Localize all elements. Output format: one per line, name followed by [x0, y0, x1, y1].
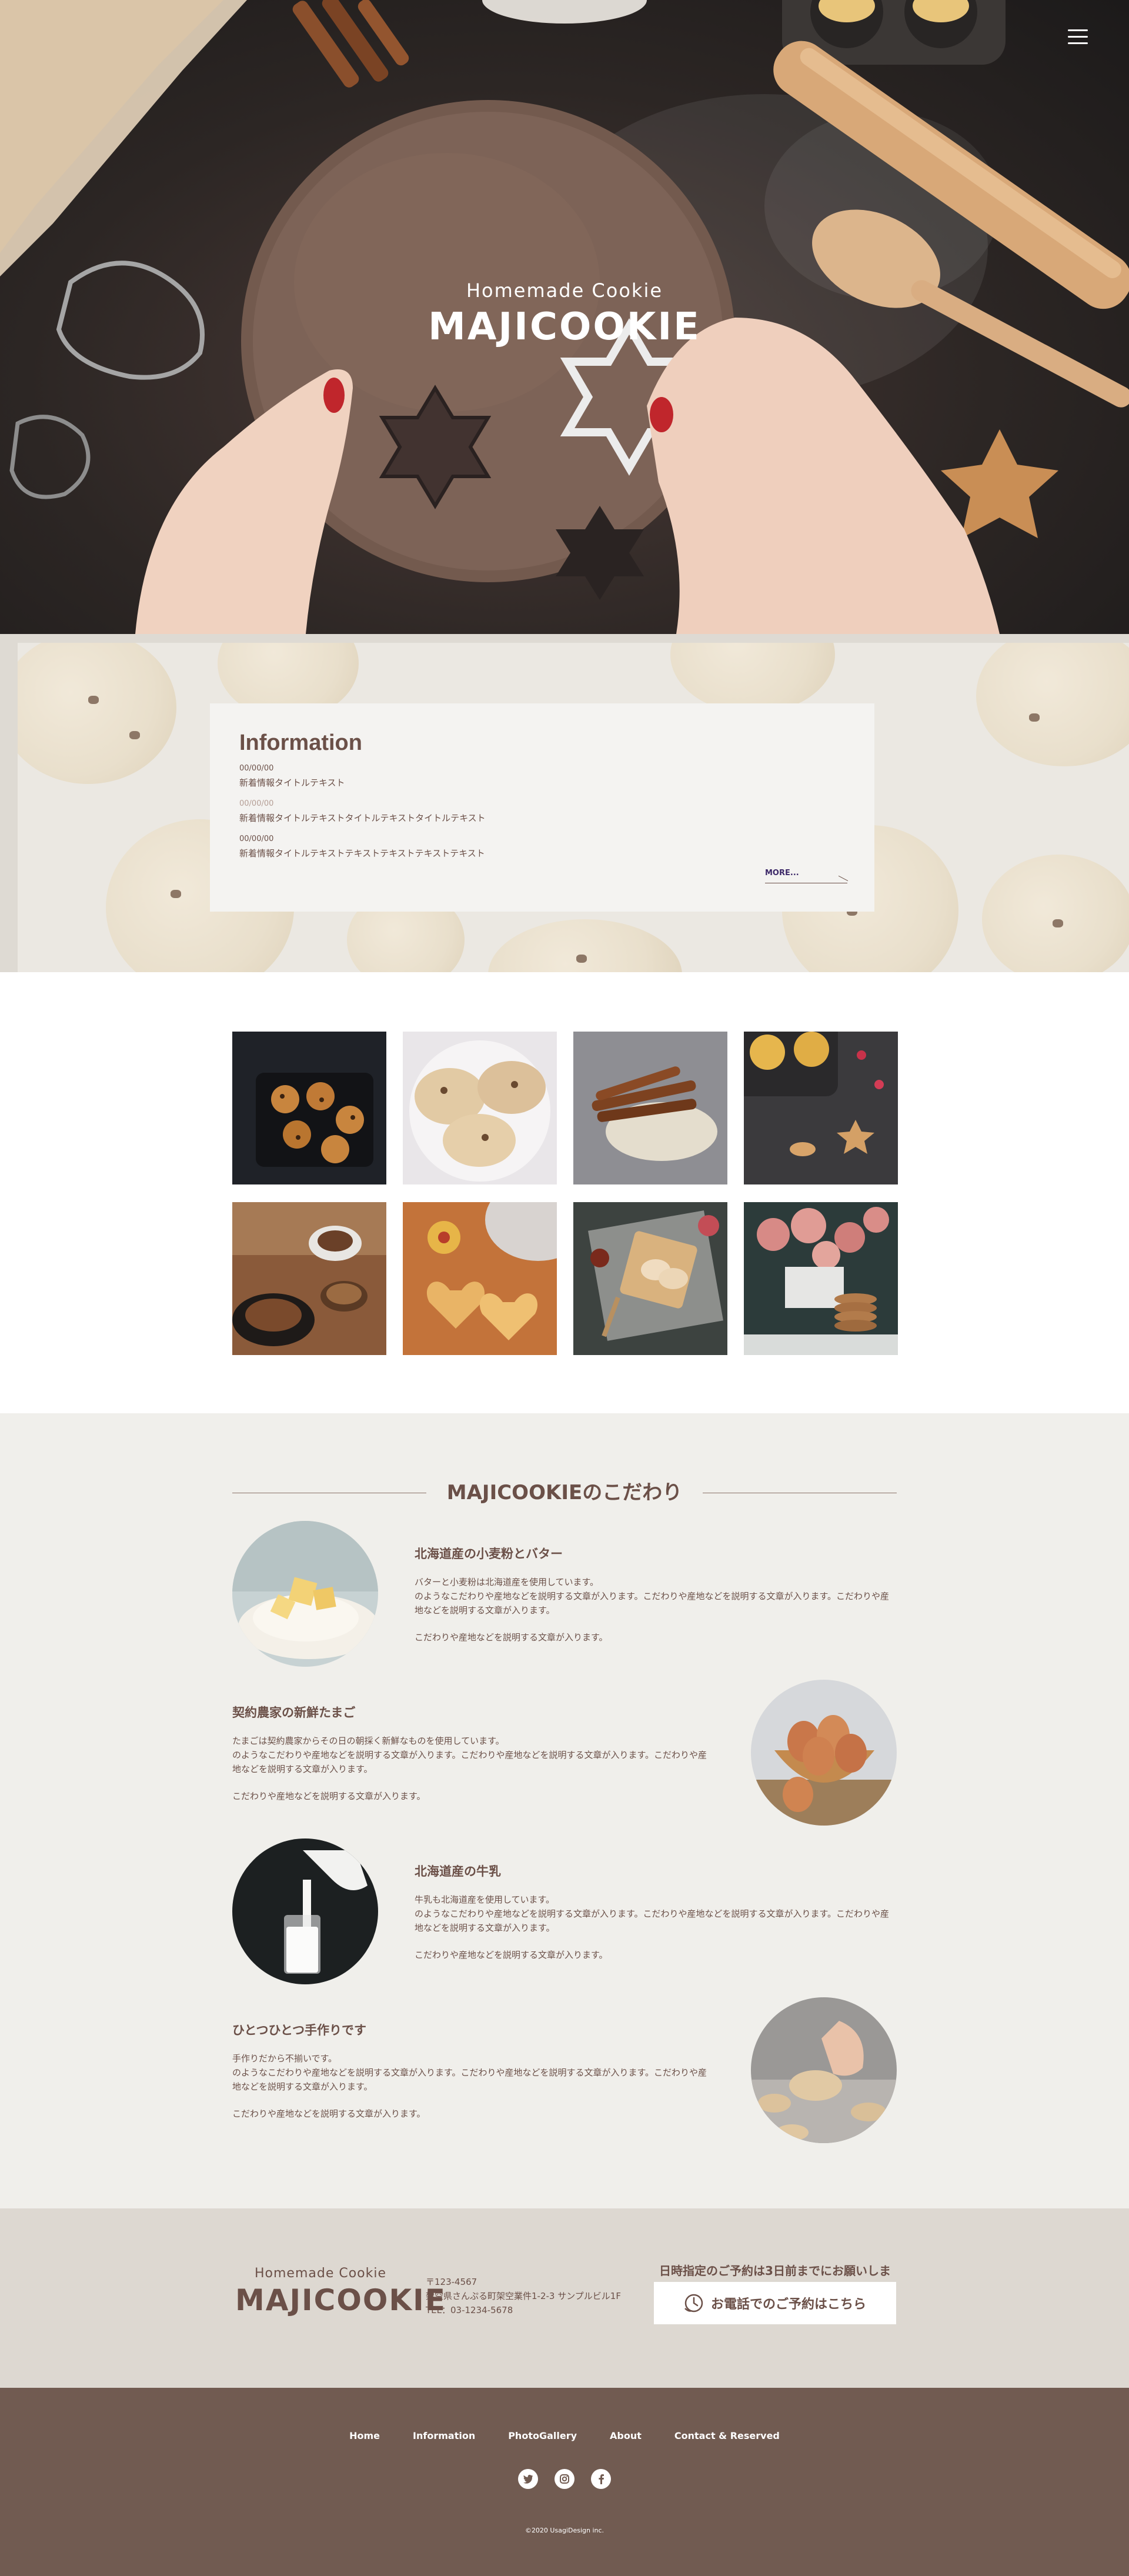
- news-date: 00/00/00: [239, 764, 274, 773]
- footer: Home Information PhotoGallery About Cont…: [0, 2388, 1129, 2576]
- footer-nav-contact[interactable]: Contact & Reserved: [674, 2430, 780, 2441]
- kodawari-item-line: のようなこだわりや産地などを説明する文章が入ります。こだわりや産地などを説明する…: [232, 2067, 707, 2092]
- hero-subtitle: Homemade Cookie: [466, 279, 663, 302]
- photo-gallery-section: [0, 972, 1129, 1413]
- news-date: 00/00/00: [239, 835, 274, 843]
- information-card: Information 00/00/00 新着情報タイトルテキスト 00/00/…: [210, 703, 874, 912]
- gallery-photo-muffin-tin[interactable]: [744, 1032, 898, 1184]
- hero-section: Homemade Cookie MAJICOOKIE: [0, 0, 1129, 634]
- gallery-photo-cinnamon-sticks[interactable]: [573, 1032, 727, 1184]
- more-label: MORE...: [765, 869, 799, 877]
- contact-section: Homemade Cookie MAJICOOKIE 〒123-4567 架空県…: [0, 2208, 1129, 2388]
- kodawari-item-line: のようなこだわりや産地などを説明する文章が入ります。こだわりや産地などを説明する…: [415, 1591, 890, 1616]
- gallery-photo-tea-and-biscuits[interactable]: [573, 1202, 727, 1355]
- news-date: 00/00/00: [239, 799, 274, 808]
- kodawari-item-title: 契約農家の新鮮たまご: [232, 1706, 356, 1720]
- news-list: 00/00/00 新着情報タイトルテキスト 00/00/00 新着情報タイトルテ…: [239, 764, 845, 859]
- eggs-text: 契約農家の新鮮たまご たまごは契約農家からその日の朝採く新鮮なものを使用していま…: [232, 1703, 714, 1803]
- footer-logo[interactable]: Homemade Cookie MAJICOOKIE: [235, 2266, 446, 2317]
- kodawari-item-line: 牛乳も北海道産を使用しています。: [415, 1894, 555, 1905]
- flour-butter-image: [232, 1521, 378, 1667]
- logo-subtitle: Homemade Cookie: [254, 2266, 387, 2281]
- clock-phone-icon: [684, 2294, 703, 2313]
- gallery-photo-coffee-and-cookies[interactable]: [232, 1202, 386, 1355]
- phone-reservation-label: お電話でのご予約はこちら: [710, 2297, 866, 2312]
- hero-logo-title: MAJICOOKIE: [428, 305, 701, 349]
- footer-nav-about[interactable]: About: [610, 2430, 642, 2441]
- footer-nav-home[interactable]: Home: [349, 2430, 380, 2441]
- kodawari-heading-block: MAJICOOKIEのこだわり: [232, 1478, 897, 1507]
- hero-title-block: Homemade Cookie MAJICOOKIE: [0, 279, 1129, 349]
- eggs-image: [751, 1680, 897, 1826]
- handmade-image: [751, 1997, 897, 2143]
- phone-number: TEL：03-1234-5678: [426, 2305, 513, 2315]
- phone-reservation-button[interactable]: お電話でのご予約はこちら: [654, 2282, 896, 2324]
- gallery-photo-cookies-on-plate[interactable]: [403, 1032, 557, 1184]
- hamburger-menu-icon[interactable]: [1068, 29, 1088, 46]
- kodawari-item-flour-butter: 北海道産の小麦粉とバター バターと小麦粉は北海道産を使用しています。 のようなこ…: [232, 1521, 897, 1668]
- kodawari-item-milk: 北海道産の牛乳 牛乳も北海道産を使用しています。 のようなこだわりや産地などを説…: [232, 1838, 897, 1986]
- kodawari-item-line: バターと小麦粉は北海道産を使用しています。: [415, 1577, 599, 1587]
- flour-butter-text: 北海道産の小麦粉とバター バターと小麦粉は北海道産を使用しています。 のようなこ…: [415, 1544, 897, 1644]
- instagram-icon[interactable]: [555, 2469, 574, 2489]
- news-title[interactable]: 新着情報タイトルテキストタイトルテキストタイトルテキスト: [239, 812, 845, 824]
- kodawari-item-title: ひとつひとつ手作りです: [232, 2023, 367, 2037]
- information-title: Information: [239, 730, 362, 755]
- kodawari-item-handmade: ひとつひとつ手作りです 手作りだから不揃いです。 のようなこだわりや産地などを説…: [232, 1997, 897, 2144]
- kodawari-item-line: たまごは契約農家からその日の朝採く新鮮なものを使用しています。: [232, 1736, 505, 1746]
- address-line: 架空県さんぷる町架空業件1-2-3 サンプルビル1F: [426, 2291, 621, 2301]
- kodawari-item-line: こだわりや産地などを説明する文章が入ります。: [232, 1791, 426, 1801]
- footer-nav: Home Information PhotoGallery About Cont…: [0, 2430, 1129, 2441]
- kodawari-item-eggs: 契約農家の新鮮たまご たまごは契約農家からその日の朝採く新鮮なものを使用していま…: [232, 1680, 897, 1827]
- news-title[interactable]: 新着情報タイトルテキストテキストテキストテキストテキスト: [239, 847, 845, 859]
- kodawari-section: MAJICOOKIEのこだわり 北海道産の小麦粉とバター バターと小麦粉は北海道…: [0, 1413, 1129, 2208]
- social-links: [0, 2469, 1129, 2489]
- kodawari-item-line: 手作りだから不揃いです。: [232, 2053, 338, 2064]
- footer-nav-information[interactable]: Information: [413, 2430, 475, 2441]
- shop-address: 〒123-4567 架空県さんぷる町架空業件1-2-3 サンプルビル1F TEL…: [426, 2275, 621, 2317]
- kodawari-item-line: のようなこだわりや産地などを説明する文章が入ります。こだわりや産地などを説明する…: [232, 1750, 707, 1774]
- news-item[interactable]: 00/00/00 新着情報タイトルテキスト: [239, 764, 845, 789]
- gallery-photo-flowers-and-cookies[interactable]: [744, 1202, 898, 1355]
- gallery-photo-heart-cookies[interactable]: [403, 1202, 557, 1355]
- kodawari-item-line: こだわりや産地などを説明する文章が入ります。: [415, 1632, 608, 1643]
- twitter-icon[interactable]: [518, 2469, 538, 2489]
- kodawari-item-line: こだわりや産地などを説明する文章が入ります。: [232, 2108, 426, 2119]
- postal-code: 〒123-4567: [426, 2277, 477, 2287]
- kodawari-item-title: 北海道産の牛乳: [415, 1864, 501, 1878]
- news-item[interactable]: 00/00/00 新着情報タイトルテキストタイトルテキストタイトルテキスト: [239, 799, 845, 824]
- kodawari-item-line: のようなこだわりや産地などを説明する文章が入ります。こだわりや産地などを説明する…: [415, 1908, 890, 1933]
- kodawari-item-title: 北海道産の小麦粉とバター: [415, 1547, 563, 1561]
- facebook-icon[interactable]: [591, 2469, 611, 2489]
- arrow-icon: [838, 875, 849, 882]
- news-title[interactable]: 新着情報タイトルテキスト: [239, 776, 845, 789]
- more-link[interactable]: MORE...: [765, 869, 849, 883]
- handmade-text: ひとつひとつ手作りです 手作りだから不揃いです。 のようなこだわりや産地などを説…: [232, 2021, 714, 2121]
- milk-image: [232, 1838, 378, 1984]
- kodawari-item-line: こだわりや産地などを説明する文章が入ります。: [415, 1950, 608, 1960]
- gallery-photo-cookies-on-tray[interactable]: [232, 1032, 386, 1184]
- copyright: ©2020 UsagiDesign inc.: [525, 2527, 604, 2534]
- logo-title: MAJICOOKIE: [235, 2283, 446, 2317]
- milk-text: 北海道産の牛乳 牛乳も北海道産を使用しています。 のようなこだわりや産地などを説…: [415, 1862, 897, 1962]
- news-item[interactable]: 00/00/00 新着情報タイトルテキストテキストテキストテキストテキスト: [239, 835, 845, 859]
- footer-nav-photogallery[interactable]: PhotoGallery: [508, 2430, 577, 2441]
